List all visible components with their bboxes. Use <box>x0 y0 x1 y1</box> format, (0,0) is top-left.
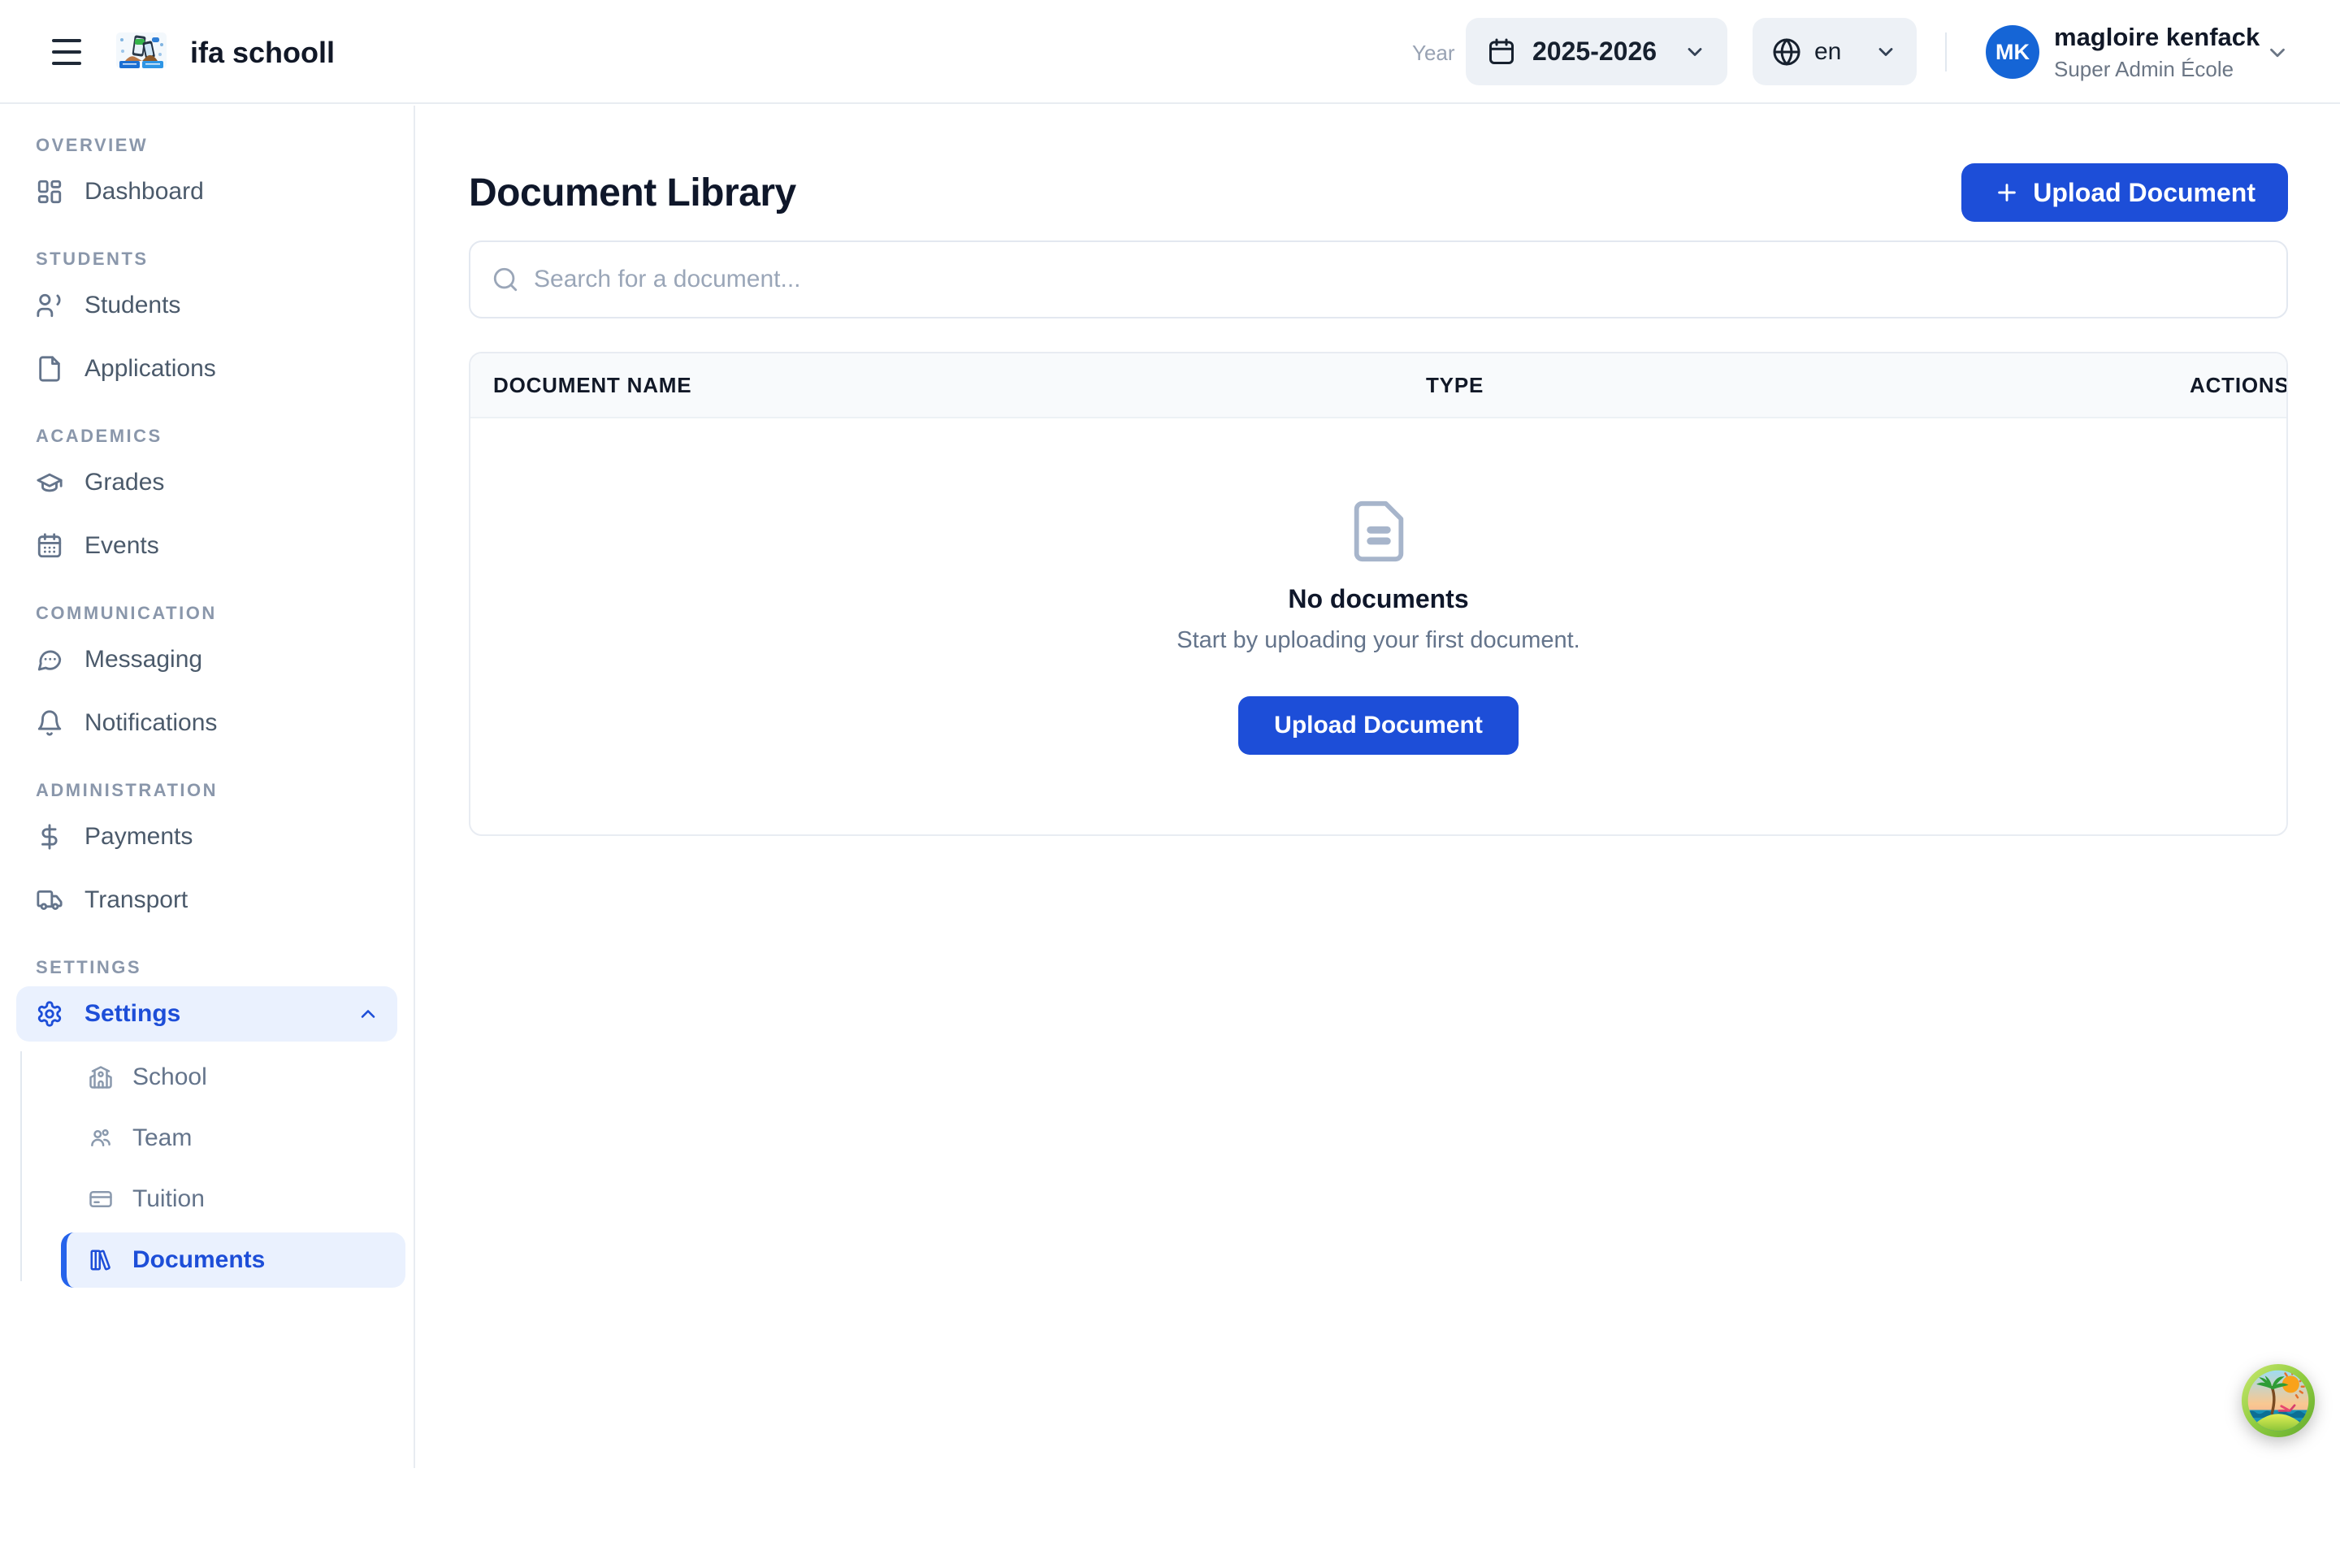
table-header-row: DOCUMENT NAME TYPE ACTIONS <box>470 353 2286 418</box>
section-label-settings: SETTINGS <box>36 957 414 978</box>
sidebar-item-label: Students <box>84 292 180 319</box>
team-icon <box>89 1126 113 1150</box>
island-widget-button[interactable] <box>2241 1363 2316 1438</box>
upload-button-label: Upload Document <box>2033 178 2256 208</box>
library-icon <box>89 1248 113 1272</box>
users-icon <box>36 292 63 319</box>
brand-name: ifa schooll <box>190 36 335 70</box>
header-divider <box>1945 32 1947 71</box>
brand-logo <box>115 32 167 72</box>
sidebar-item-transport[interactable]: Transport <box>16 873 397 928</box>
message-bubble-icon <box>36 646 63 674</box>
empty-state: No documents Start by uploading your fir… <box>470 418 2286 834</box>
sidebar-item-label: Transport <box>84 886 188 914</box>
empty-upload-button[interactable]: Upload Document <box>1238 696 1519 755</box>
dashboard-icon <box>36 178 63 206</box>
user-role: Super Admin École <box>2054 56 2260 83</box>
school-building-icon <box>89 1065 113 1089</box>
chevron-down-icon <box>1874 41 1897 63</box>
upload-document-button[interactable]: Upload Document <box>1961 163 2288 222</box>
sidebar-item-label: School <box>132 1063 207 1091</box>
sidebar-item-label: Notifications <box>84 709 217 737</box>
sidebar-item-label: Events <box>84 532 159 560</box>
sidebar-item-applications[interactable]: Applications <box>16 341 397 396</box>
bell-icon <box>36 709 63 737</box>
sidebar-item-dashboard[interactable]: Dashboard <box>16 164 397 219</box>
page-title: Document Library <box>469 171 796 215</box>
sidebar: OVERVIEW Dashboard STUDENTS Students App… <box>0 106 415 1468</box>
sidebar-item-messaging[interactable]: Messaging <box>16 632 397 687</box>
sidebar-item-events[interactable]: Events <box>16 518 397 574</box>
chevron-down-icon[interactable] <box>2265 41 2290 65</box>
calendar-days-icon <box>36 532 63 560</box>
empty-state-subtitle: Start by uploading your first document. <box>1176 627 1580 654</box>
empty-upload-button-label: Upload Document <box>1274 712 1483 739</box>
section-label-students: STUDENTS <box>36 249 414 270</box>
avatar[interactable]: MK <box>1986 25 2039 79</box>
section-label-communication: COMMUNICATION <box>36 603 414 624</box>
sidebar-item-label: Messaging <box>84 646 202 674</box>
menu-icon[interactable] <box>52 39 81 65</box>
main-content: Document Library Upload Document DOCUMEN… <box>417 106 2340 836</box>
plus-icon <box>1994 180 2020 206</box>
sidebar-item-label: Dashboard <box>84 178 204 206</box>
search-bar <box>469 240 2288 318</box>
sidebar-item-label: Settings <box>84 1000 180 1028</box>
language-selector[interactable]: en <box>1753 18 1917 85</box>
sidebar-item-tuition[interactable]: Tuition <box>61 1172 405 1227</box>
chevron-up-icon <box>357 1003 379 1025</box>
document-icon <box>1346 498 1412 565</box>
empty-state-title: No documents <box>1288 584 1468 614</box>
column-header-type: TYPE <box>1426 373 2190 398</box>
globe-icon <box>1772 37 1801 67</box>
chevron-down-icon <box>1684 41 1706 63</box>
sidebar-item-label: Documents <box>132 1246 265 1274</box>
sidebar-item-team[interactable]: Team <box>61 1111 405 1166</box>
sidebar-item-settings[interactable]: Settings <box>16 986 397 1042</box>
year-value: 2025-2026 <box>1532 37 1657 67</box>
sidebar-item-label: Grades <box>84 469 164 496</box>
sidebar-item-label: Payments <box>84 823 193 851</box>
documents-table: DOCUMENT NAME TYPE ACTIONS No documents … <box>469 352 2288 836</box>
sidebar-item-notifications[interactable]: Notifications <box>16 695 397 751</box>
file-icon <box>36 355 63 383</box>
sidebar-item-documents[interactable]: Documents <box>61 1232 405 1288</box>
sidebar-item-label: Tuition <box>132 1185 205 1213</box>
sidebar-item-payments[interactable]: Payments <box>16 809 397 864</box>
calendar-icon <box>1487 37 1516 67</box>
sidebar-item-label: Team <box>132 1124 192 1152</box>
user-name: magloire kenfack <box>2054 22 2260 54</box>
column-header-document-name: DOCUMENT NAME <box>470 373 1426 398</box>
section-label-academics: ACADEMICS <box>36 426 414 447</box>
sidebar-item-students[interactable]: Students <box>16 278 397 333</box>
section-label-administration: ADMINISTRATION <box>36 780 414 801</box>
credit-card-icon <box>89 1187 113 1211</box>
search-input[interactable] <box>534 266 2265 293</box>
language-value: en <box>1814 38 1841 66</box>
island-icon <box>2241 1363 2316 1438</box>
sidebar-item-grades[interactable]: Grades <box>16 455 397 510</box>
sidebar-item-school[interactable]: School <box>61 1050 405 1105</box>
settings-submenu: School Team Tuition Documents <box>0 1050 414 1288</box>
top-header: ifa schooll Year 2025-2026 en MK magloir… <box>0 0 2340 104</box>
column-header-actions: ACTIONS <box>2190 373 2288 398</box>
truck-icon <box>36 886 63 914</box>
dollar-icon <box>36 823 63 851</box>
search-icon <box>492 266 519 293</box>
app-root: { "colors": { "primary": "#1D4ED8", "act… <box>0 0 2340 1568</box>
school-year-selector[interactable]: 2025-2026 <box>1466 18 1727 85</box>
year-label: Year <box>1412 41 1455 66</box>
gear-icon <box>36 1000 63 1028</box>
section-label-overview: OVERVIEW <box>36 135 414 156</box>
avatar-initials: MK <box>1996 40 2030 65</box>
sidebar-item-label: Applications <box>84 355 216 383</box>
graduation-cap-icon <box>36 469 63 496</box>
user-menu[interactable]: magloire kenfack Super Admin École <box>2054 22 2260 82</box>
